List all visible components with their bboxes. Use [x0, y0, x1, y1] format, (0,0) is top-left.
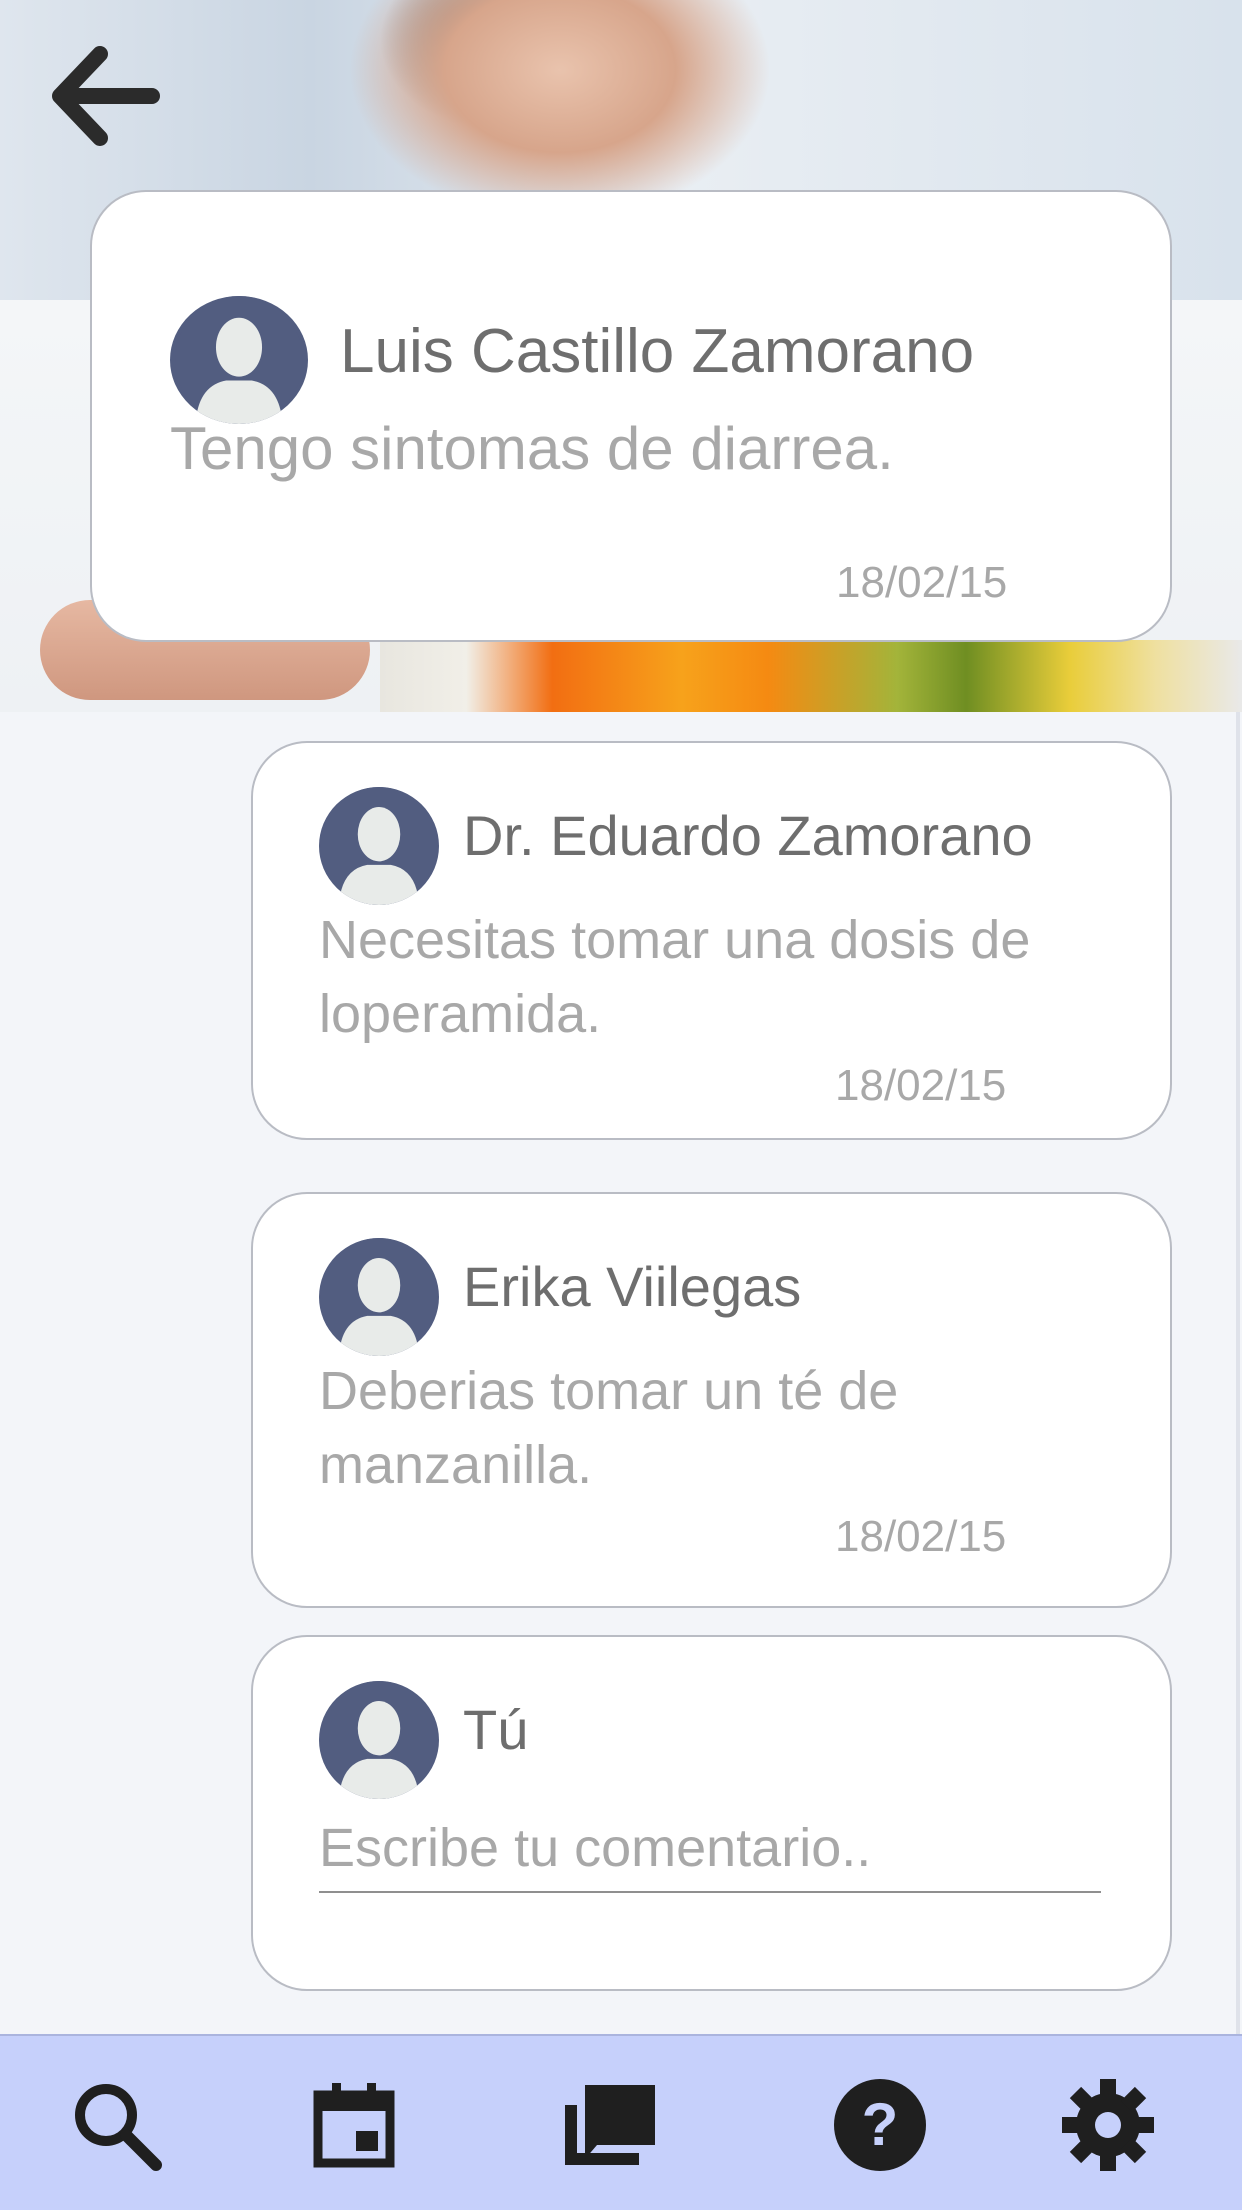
fruit-and-tape-strip [380, 640, 1242, 712]
author-name: Dr. Eduardo Zamorano [463, 804, 1033, 867]
back-button[interactable] [44, 40, 164, 152]
question-card: Luis Castillo Zamorano Tengo sintomas de… [90, 190, 1172, 642]
author-name: Luis Castillo Zamorano [340, 317, 975, 386]
message-text: Necesitas tomar una dosis de loperamida. [319, 910, 1031, 1044]
settings-gear-icon [1062, 2079, 1154, 2171]
scrollbar[interactable] [1236, 712, 1240, 2208]
author-name: Erika Viilegas [463, 1255, 802, 1318]
user-avatar-icon [319, 1681, 439, 1799]
user-avatar-icon [319, 787, 439, 905]
message-text: Deberias tomar un té de manzanilla. [319, 1361, 899, 1495]
arrow-left-icon [52, 46, 160, 146]
comment-date: 18/02/15 [835, 1512, 1007, 1561]
calendar-icon [313, 2083, 395, 2168]
messages-button[interactable] [552, 2066, 672, 2184]
comment-date: 18/02/15 [835, 1061, 1007, 1110]
author-name: Tú [463, 1698, 529, 1761]
post-date: 18/02/15 [836, 558, 1008, 607]
comment-input[interactable] [319, 1805, 1101, 1893]
settings-button[interactable] [1048, 2066, 1168, 2184]
compose-card: Tú [251, 1635, 1172, 1991]
calendar-button[interactable] [294, 2066, 414, 2184]
user-avatar-icon [319, 1238, 439, 1356]
message-text: Tengo sintomas de diarrea. [170, 415, 894, 482]
comment-card: Dr. Eduardo Zamorano Necesitas tomar una… [251, 741, 1172, 1140]
search-button[interactable] [56, 2066, 176, 2184]
comment-card: Erika Viilegas Deberias tomar un té de m… [251, 1192, 1172, 1608]
bottom-nav: ? [0, 2034, 1242, 2210]
help-button[interactable]: ? [820, 2066, 940, 2184]
search-icon [75, 2084, 162, 2171]
messages-icon [565, 2085, 655, 2165]
user-avatar-icon [170, 296, 308, 424]
svg-text:?: ? [862, 2091, 899, 2158]
help-icon: ? [834, 2079, 926, 2171]
